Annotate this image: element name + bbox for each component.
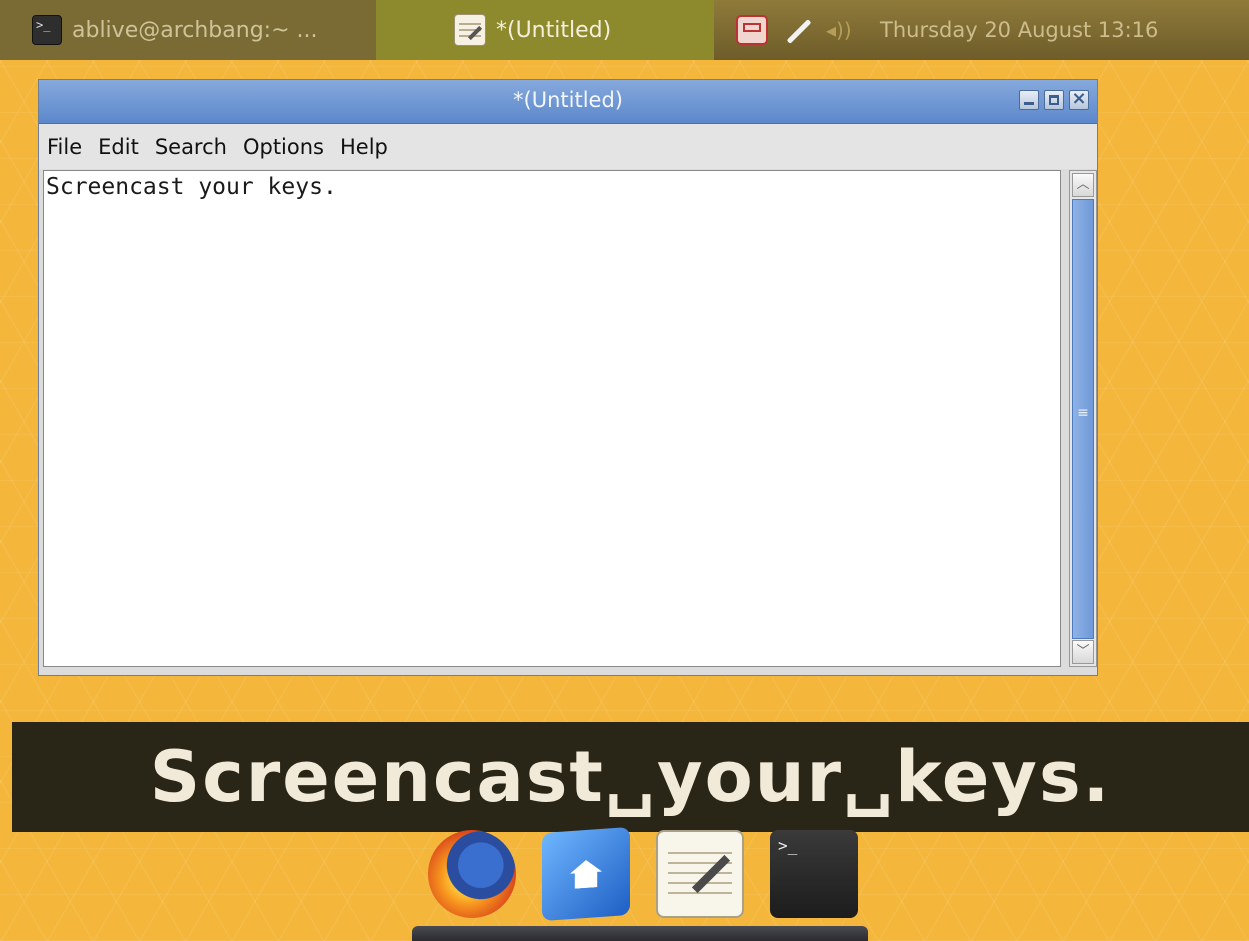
scroll-down-arrow-icon[interactable]: ﹀ <box>1072 640 1094 664</box>
window-titlebar[interactable]: *(Untitled) <box>39 80 1097 124</box>
maximize-button[interactable] <box>1044 90 1064 110</box>
window-controls <box>1019 88 1089 110</box>
screenkey-overlay: Screencast␣your␣keys. <box>12 722 1249 832</box>
network-icon[interactable] <box>736 15 768 45</box>
close-button[interactable] <box>1069 88 1089 110</box>
text-editor-icon <box>454 14 486 46</box>
menu-search[interactable]: Search <box>155 135 227 159</box>
vertical-scrollbar[interactable]: ︿ ﹀ <box>1069 170 1097 667</box>
top-panel: >_ ablive@archbang:~ ... *(Untitled) ◂))… <box>0 0 1249 60</box>
home-folder-icon[interactable] <box>542 826 630 922</box>
terminal-icon: >_ <box>32 15 62 45</box>
clock[interactable]: Thursday 20 August 13:16 <box>880 18 1158 42</box>
firefox-icon[interactable] <box>428 830 516 918</box>
screenkey-text: Screencast␣your␣keys. <box>149 736 1112 818</box>
menu-options[interactable]: Options <box>243 135 324 159</box>
volume-icon[interactable]: ◂)) <box>826 18 860 42</box>
dock-shelf <box>412 926 868 941</box>
terminal-icon[interactable]: >_ <box>770 830 858 918</box>
power-plug-icon[interactable] <box>782 15 812 45</box>
taskbar-item-label: ablive@archbang:~ ... <box>72 17 318 43</box>
text-editing-area[interactable]: Screencast your keys. <box>43 170 1061 667</box>
text-editor-icon[interactable] <box>656 830 744 918</box>
menu-bar: File Edit Search Options Help <box>39 124 1097 169</box>
menu-edit[interactable]: Edit <box>98 135 139 159</box>
editor-window: *(Untitled) File Edit Search Options Hel… <box>38 79 1098 676</box>
taskbar-item-terminal[interactable]: >_ ablive@archbang:~ ... <box>0 0 376 60</box>
menu-file[interactable]: File <box>47 135 82 159</box>
menu-help[interactable]: Help <box>340 135 388 159</box>
document-text[interactable]: Screencast your keys. <box>46 174 337 200</box>
taskbar-item-label: *(Untitled) <box>496 17 612 43</box>
scrollbar-thumb[interactable] <box>1072 199 1094 639</box>
minimize-button[interactable] <box>1019 90 1039 110</box>
system-tray: ◂)) Thursday 20 August 13:16 <box>714 15 1158 45</box>
scroll-up-arrow-icon[interactable]: ︿ <box>1072 173 1094 197</box>
taskbar-item-editor[interactable]: *(Untitled) <box>376 0 714 60</box>
dock: >_ <box>428 826 858 922</box>
window-title: *(Untitled) <box>513 88 623 112</box>
